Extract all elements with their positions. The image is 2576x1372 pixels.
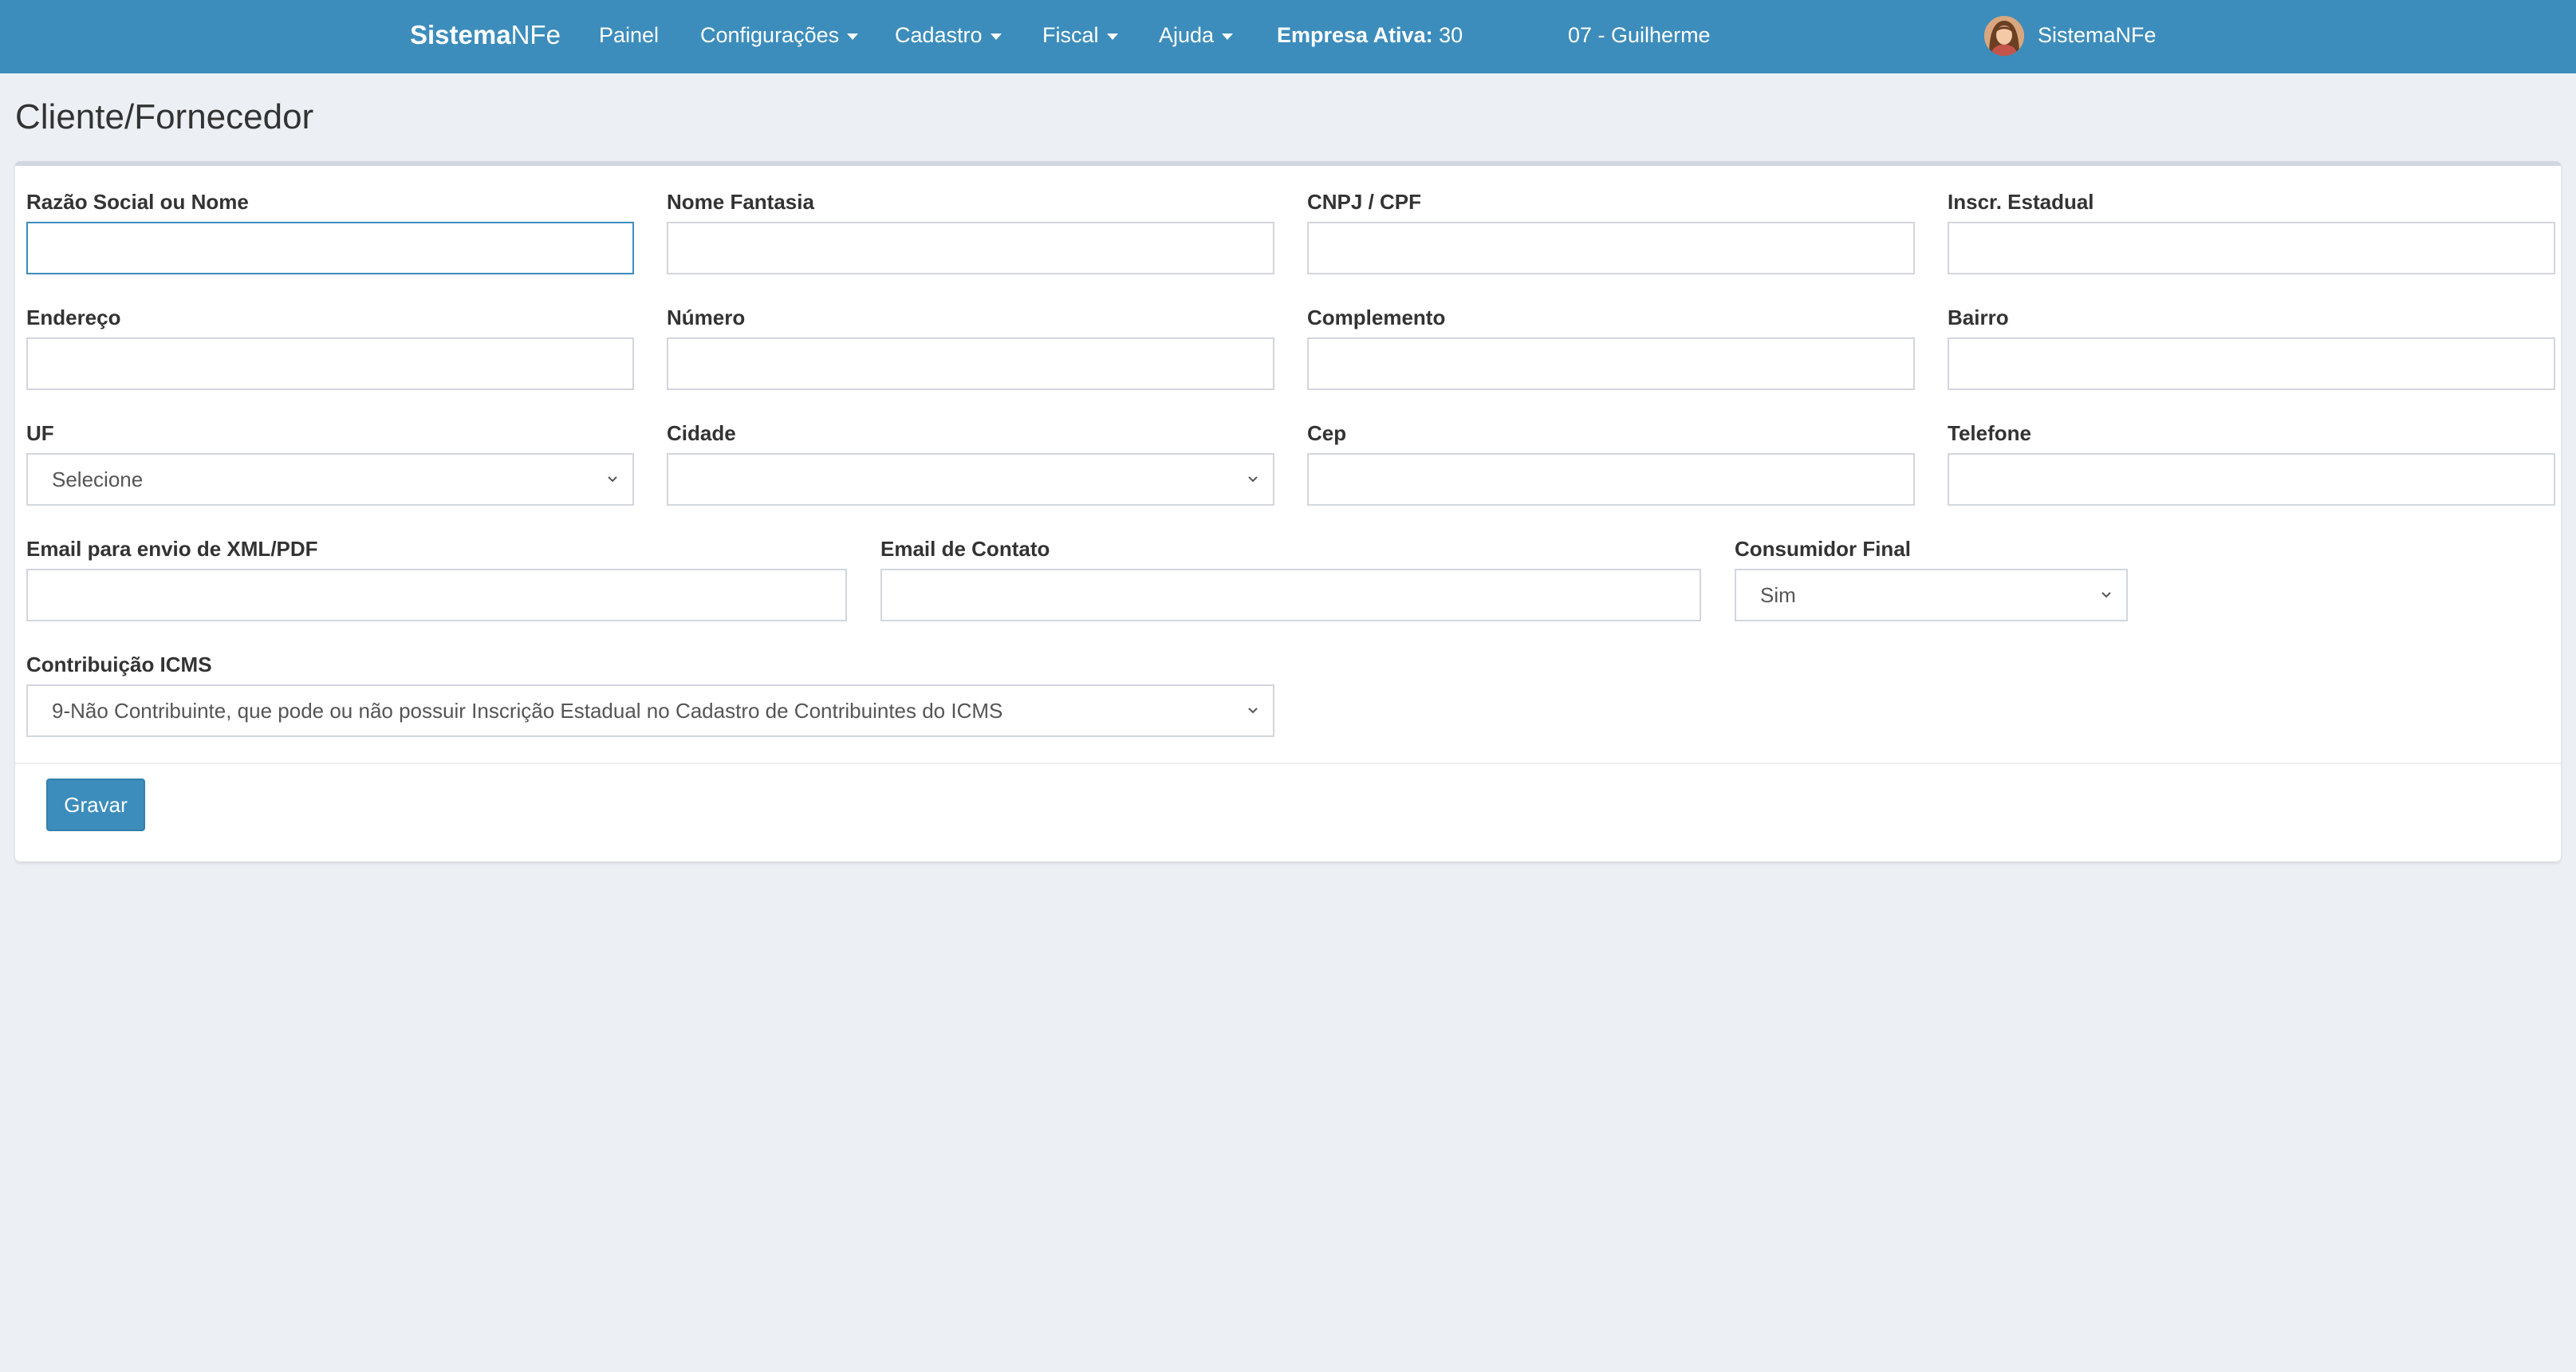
save-button[interactable]: Gravar xyxy=(46,779,145,831)
chevron-down-icon xyxy=(1248,708,1258,714)
complemento-input[interactable] xyxy=(1307,337,1915,390)
nav-painel[interactable]: Painel xyxy=(599,0,659,73)
bairro-input[interactable] xyxy=(1948,337,2555,390)
telefone-label: Telefone xyxy=(1948,421,2031,445)
caret-down-icon xyxy=(847,33,859,40)
caret-down-icon xyxy=(1222,33,1234,40)
chevron-down-icon xyxy=(608,476,617,483)
endereco-label: Endereço xyxy=(26,306,121,329)
caret-down-icon xyxy=(1106,33,1118,40)
complemento-label: Complemento xyxy=(1307,306,1446,329)
numero-input[interactable] xyxy=(667,337,1274,390)
nav-cadastro[interactable]: Cadastro xyxy=(895,0,1002,73)
nome-fantasia-input[interactable] xyxy=(667,222,1274,274)
razao-social-label: Razão Social ou Nome xyxy=(26,190,249,214)
caret-down-icon xyxy=(990,33,1002,40)
nome-fantasia-label: Nome Fantasia xyxy=(667,190,814,214)
inscr-estadual-label: Inscr. Estadual xyxy=(1948,190,2094,214)
empresa-ativa: Empresa Ativa: 30 xyxy=(1277,23,1463,47)
nav-user-name[interactable]: SistemaNFe xyxy=(2038,0,2157,73)
uf-select[interactable]: Selecione xyxy=(26,453,634,506)
nav-fiscal[interactable]: Fiscal xyxy=(1042,0,1118,73)
user-avatar-icon[interactable] xyxy=(1984,16,2024,56)
page-title: Cliente/Fornecedor xyxy=(15,97,314,136)
cnpj-cpf-label: CNPJ / CPF xyxy=(1307,190,1422,214)
bairro-label: Bairro xyxy=(1948,306,2009,329)
form-box: Razão Social ou Nome Nome Fantasia CNPJ … xyxy=(15,161,2561,861)
uf-label: UF xyxy=(26,421,54,445)
email-xml-input[interactable] xyxy=(26,569,847,621)
cep-label: Cep xyxy=(1307,421,1347,445)
email-contato-label: Email de Contato xyxy=(880,537,1050,561)
cidade-label: Cidade xyxy=(667,421,736,445)
numero-label: Número xyxy=(667,306,746,329)
email-xml-label: Email para envio de XML/PDF xyxy=(26,537,318,561)
nav-ajuda[interactable]: Ajuda xyxy=(1159,0,1234,73)
endereco-input[interactable] xyxy=(26,337,634,390)
nav-configuracoes[interactable]: Configurações xyxy=(700,0,859,73)
cidade-select[interactable] xyxy=(667,453,1274,506)
chevron-down-icon xyxy=(2101,592,2111,598)
consumidor-final-label: Consumidor Final xyxy=(1735,537,1911,561)
chevron-down-icon xyxy=(1248,476,1258,483)
telefone-input[interactable] xyxy=(1948,453,2555,506)
contribuicao-icms-select[interactable]: 9-Não Contribuinte, que pode ou não poss… xyxy=(26,684,1274,737)
cep-input[interactable] xyxy=(1307,453,1915,506)
brand-logo[interactable]: SistemaNFe xyxy=(410,0,561,73)
form-divider xyxy=(15,763,2561,764)
consumidor-final-select[interactable]: Sim xyxy=(1735,569,2128,621)
razao-social-input[interactable] xyxy=(26,222,634,274)
email-contato-input[interactable] xyxy=(880,569,1701,621)
top-navbar: SistemaNFe Painel Configurações Cadastro… xyxy=(0,0,2576,73)
cnpj-cpf-input[interactable] xyxy=(1307,222,1915,274)
empresa-name: 07 - Guilherme xyxy=(1568,23,1711,47)
contribuicao-icms-label: Contribuição ICMS xyxy=(26,652,212,676)
inscr-estadual-input[interactable] xyxy=(1948,222,2555,274)
